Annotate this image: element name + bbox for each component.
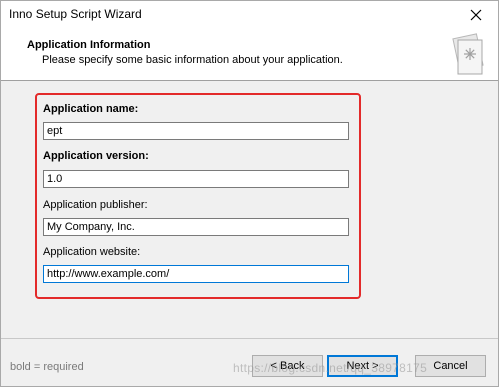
page-title: Application Information (27, 39, 151, 51)
required-fields-highlight: Application name: ept Application versio… (35, 93, 361, 299)
wizard-document-icon (452, 33, 484, 75)
app-website-label: Application website: (43, 246, 141, 258)
wizard-window: Inno Setup Script Wizard Application Inf… (0, 0, 499, 387)
close-button[interactable] (454, 1, 498, 29)
app-publisher-input[interactable]: My Company, Inc. (43, 218, 349, 236)
window-title: Inno Setup Script Wizard (9, 7, 142, 21)
app-publisher-label: Application publisher: (43, 199, 148, 211)
wizard-header: Application Information Please specify s… (1, 29, 498, 81)
app-version-input[interactable]: 1.0 (43, 170, 349, 188)
title-bar: Inno Setup Script Wizard (1, 1, 498, 29)
app-name-label: Application name: (43, 103, 139, 115)
page-subtitle: Please specify some basic information ab… (42, 54, 343, 66)
close-icon (470, 9, 482, 21)
app-name-input[interactable]: ept (43, 122, 349, 140)
app-version-label: Application version: (43, 150, 149, 162)
watermark-text: https://blog.csdn.net/qq_38978175 (233, 361, 428, 375)
footer-divider (1, 338, 498, 339)
app-website-input[interactable]: http://www.example.com/ (43, 265, 349, 283)
required-legend: bold = required (10, 361, 84, 373)
